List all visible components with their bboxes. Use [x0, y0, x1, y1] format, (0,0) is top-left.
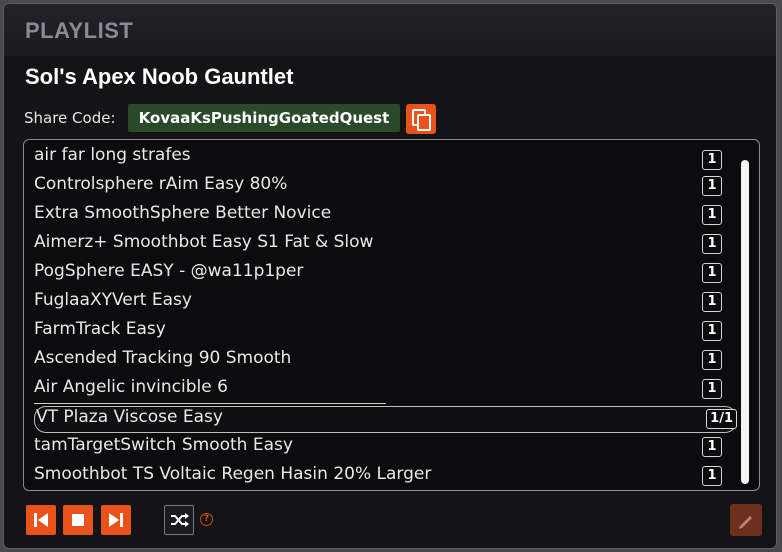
- pencil-icon: [739, 516, 752, 529]
- track-count-badge: 1: [702, 263, 722, 283]
- panel-header: PLAYLIST: [4, 4, 776, 56]
- list-item[interactable]: Smoothbot TS Voltaic Regen Hasin 20% Lar…: [24, 463, 736, 490]
- skip-back-icon: [34, 513, 48, 527]
- track-name: Extra SmoothSphere Better Novice: [34, 203, 332, 223]
- share-code-label: Share Code:: [24, 109, 116, 127]
- track-name: FuglaaXYVert Easy: [34, 290, 192, 310]
- list-scrollbar[interactable]: [741, 160, 749, 484]
- track-count-badge: 1: [702, 350, 722, 370]
- list-item[interactable]: FuglaaXYVert Easy 1: [24, 289, 736, 318]
- track-name: Controlsphere rAim Easy 80%: [34, 174, 288, 194]
- track-count-badge: 1: [702, 205, 722, 225]
- track-count-badge: 1/1: [706, 409, 737, 429]
- list-item[interactable]: tamTargetSwitch Smooth Easy 1: [24, 434, 736, 463]
- track-count-badge: 1: [702, 379, 722, 399]
- list-item[interactable]: Controlsphere rAim Easy 80% 1: [24, 173, 736, 202]
- shuffle-button[interactable]: [164, 505, 194, 535]
- track-name: PogSphere EASY - @wa11p1per: [34, 261, 304, 281]
- track-name: FarmTrack Easy: [34, 319, 166, 339]
- playlist-name: Sol's Apex Noob Gauntlet: [25, 64, 294, 89]
- track-count-badge: 1: [702, 292, 722, 312]
- previous-track-button[interactable]: [26, 505, 56, 535]
- list-item[interactable]: Extra SmoothSphere Better Novice 1: [24, 202, 736, 231]
- panel-title: PLAYLIST: [25, 18, 134, 43]
- track-name: Air Angelic invincible 6: [34, 377, 228, 397]
- skip-forward-icon: [109, 513, 123, 527]
- track-name: tamTargetSwitch Smooth Easy: [34, 435, 293, 455]
- help-icon[interactable]: ?: [200, 513, 213, 526]
- track-count-badge: 1: [702, 321, 722, 341]
- track-count-badge: 1: [702, 234, 722, 254]
- stop-icon: [72, 514, 84, 526]
- playlist-track-list[interactable]: air far long strafes 1 Controlsphere rAi…: [23, 139, 760, 491]
- list-item[interactable]: air far long strafes 1: [24, 144, 736, 173]
- list-item[interactable]: Aimerz+ Smoothbot Easy S1 Fat & Slow 1: [24, 231, 736, 260]
- track-name: Ascended Tracking 90 Smooth: [34, 348, 292, 368]
- list-item-active[interactable]: VT Plaza Viscose Easy 1/1: [34, 406, 737, 433]
- track-name: air far long strafes: [34, 145, 191, 165]
- track-name: VT Plaza Viscose Easy: [36, 407, 223, 427]
- list-item[interactable]: FarmTrack Easy 1: [24, 318, 736, 347]
- shuffle-icon: [171, 513, 189, 527]
- playlist-panel: PLAYLIST Sol's Apex Noob Gauntlet Share …: [3, 3, 777, 549]
- track-count-badge: 1: [702, 437, 722, 457]
- track-count-badge: 1: [702, 466, 722, 486]
- copy-share-code-button[interactable]: [406, 104, 436, 134]
- share-code-value[interactable]: KovaaKsPushingGoatedQuest: [128, 104, 400, 132]
- track-count-badge: 1: [702, 150, 722, 170]
- next-track-button[interactable]: [101, 505, 131, 535]
- edit-playlist-button[interactable]: [730, 504, 762, 536]
- stop-button[interactable]: [63, 505, 93, 535]
- track-name: Aimerz+ Smoothbot Easy S1 Fat & Slow: [34, 232, 374, 252]
- track-name: Smoothbot TS Voltaic Regen Hasin 20% Lar…: [34, 464, 432, 484]
- list-item[interactable]: Ascended Tracking 90 Smooth 1: [24, 347, 736, 376]
- track-count-badge: 1: [702, 176, 722, 196]
- selection-underline: [34, 403, 386, 404]
- list-item[interactable]: PogSphere EASY - @wa11p1per 1: [24, 260, 736, 289]
- list-item[interactable]: Air Angelic invincible 6 1: [24, 376, 736, 405]
